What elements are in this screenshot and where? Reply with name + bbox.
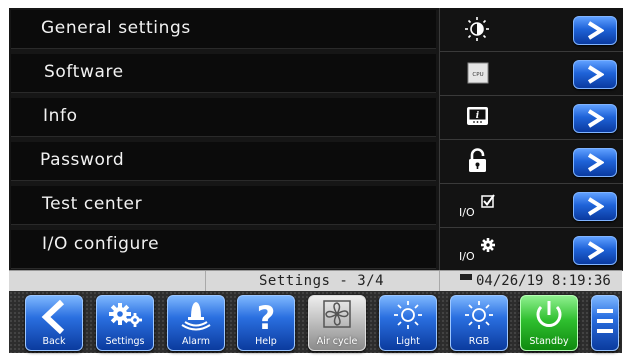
back-button[interactable]: Back xyxy=(25,295,83,351)
open-general-settings-button[interactable] xyxy=(573,16,617,45)
menu-row-right: CPU xyxy=(439,52,623,96)
unlock-icon xyxy=(469,148,486,172)
help-button-label: Help xyxy=(255,336,277,347)
rgb-button[interactable]: RGB xyxy=(450,295,508,351)
rgb-button-label: RGB xyxy=(468,336,490,347)
chevron-right-icon xyxy=(587,65,604,84)
power-icon xyxy=(536,301,562,327)
menu-row-test-center[interactable]: Test center I/O xyxy=(9,184,623,228)
menu-row-password[interactable]: Password xyxy=(9,140,623,184)
brightness-contrast-icon xyxy=(465,17,489,41)
settings-button[interactable]: Settings xyxy=(96,295,154,351)
io-gear-icon-text: I/O xyxy=(459,250,475,262)
io-gear-icon: I/O xyxy=(459,238,495,262)
menu-label-general-settings: General settings xyxy=(41,18,191,38)
menu-row-io-configure[interactable]: I/O configure I/O xyxy=(9,228,623,272)
status-segment xyxy=(9,271,206,291)
alarm-button[interactable]: Alarm xyxy=(167,295,225,351)
menu-label-info: Info xyxy=(43,106,78,126)
help-icon: ? xyxy=(257,299,276,334)
date-time: 04/26/19 8:19:36 xyxy=(476,273,611,289)
air-cycle-button[interactable]: Air cycle xyxy=(308,295,366,351)
svg-text:i: i xyxy=(476,111,480,121)
cpu-icon-text: CPU xyxy=(472,72,483,78)
menu-row-right xyxy=(439,140,623,184)
help-button[interactable]: ? Help xyxy=(237,295,295,351)
info-display-icon: i xyxy=(467,107,488,125)
alarm-icon xyxy=(181,302,211,331)
light-button-label: Light xyxy=(396,336,420,347)
gears-icon xyxy=(109,303,142,327)
menu-row-right: I/O xyxy=(439,184,623,228)
chevron-right-icon xyxy=(587,21,604,40)
fan-icon xyxy=(323,300,351,328)
status-bar: Settings - 3/4 04/26/19 8:19:36 xyxy=(9,270,622,291)
light-icon xyxy=(394,301,422,329)
rgb-light-icon xyxy=(465,301,493,329)
menu-icon xyxy=(597,309,613,333)
settings-button-label: Settings xyxy=(105,336,145,347)
open-password-button[interactable] xyxy=(573,148,617,177)
io-check-icon-text: I/O xyxy=(459,206,475,218)
settings-menu-panel: General settings Software CPU Info i Pas… xyxy=(9,8,623,272)
menu-row-general-settings[interactable]: General settings xyxy=(9,8,623,52)
chevron-right-icon xyxy=(587,241,604,260)
usb-icon xyxy=(460,274,472,280)
open-software-button[interactable] xyxy=(573,60,617,89)
bottom-toolbar: Back Settings Alarm ? Help Air cycle Lig… xyxy=(9,291,622,353)
open-info-button[interactable] xyxy=(573,104,617,133)
chevron-right-icon xyxy=(587,153,604,172)
menu-row-info[interactable]: Info i xyxy=(9,96,623,140)
standby-button[interactable]: Standby xyxy=(520,295,578,351)
menu-label-password: Password xyxy=(40,150,125,170)
cpu-icon: CPU xyxy=(467,62,489,84)
chevron-right-icon xyxy=(587,109,604,128)
open-io-configure-button[interactable] xyxy=(573,236,617,265)
svg-text:?: ? xyxy=(257,299,276,334)
back-button-label: Back xyxy=(42,336,66,347)
io-check-icon: I/O xyxy=(459,194,495,218)
menu-row-right: i xyxy=(439,96,623,140)
air-cycle-button-label: Air cycle xyxy=(316,336,358,347)
menu-button[interactable] xyxy=(591,295,619,351)
menu-row-right xyxy=(439,8,623,52)
back-arrow-icon xyxy=(41,299,65,334)
chevron-right-icon xyxy=(587,197,604,216)
standby-button-label: Standby xyxy=(529,336,569,347)
open-test-center-button[interactable] xyxy=(573,192,617,221)
settings-screen: General settings Software CPU Info i Pas… xyxy=(0,0,631,356)
alarm-button-label: Alarm xyxy=(182,336,210,347)
light-button[interactable]: Light xyxy=(379,295,437,351)
menu-label-io-configure: I/O configure xyxy=(42,234,160,254)
menu-label-test-center: Test center xyxy=(42,194,143,214)
menu-row-software[interactable]: Software CPU xyxy=(9,52,623,96)
menu-row-right: I/O xyxy=(439,228,623,271)
menu-label-software: Software xyxy=(44,62,124,82)
page-indicator: Settings - 3/4 xyxy=(259,273,385,289)
